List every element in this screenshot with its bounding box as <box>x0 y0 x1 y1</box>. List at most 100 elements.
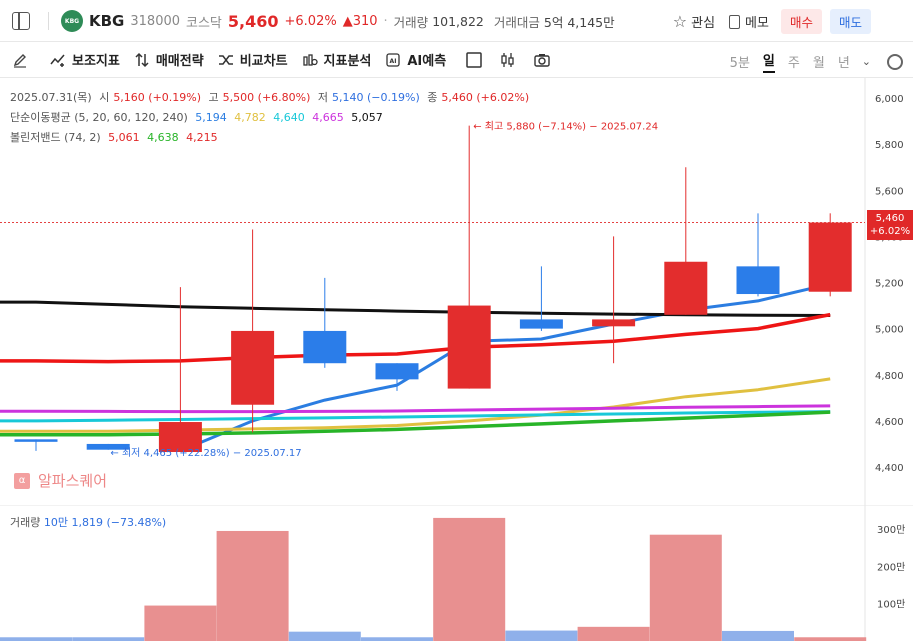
ai-chip-icon: AI <box>385 52 401 68</box>
candle-body <box>736 266 780 295</box>
memo-label: 메모 <box>745 16 769 31</box>
chevron-down-icon[interactable]: ⌄ <box>862 55 871 68</box>
candle-body <box>808 222 852 292</box>
candle-body <box>447 305 491 389</box>
gear-icon[interactable] <box>887 53 903 70</box>
ohlc-info: 2025.07.31(목) 시 5,160 (+0.19%) 고 5,500 (+6… <box>10 89 533 105</box>
period-year[interactable]: 년 <box>838 52 850 71</box>
stock-name: KBG <box>89 12 125 30</box>
low-annotation: ← 최저 4,465 (+22.28%) − 2025.07.17 <box>110 447 301 459</box>
ma-label: 단순이동평균 (5, 20, 60, 120, 240) <box>10 111 188 124</box>
candle-body <box>519 319 563 329</box>
stock-code: 318000 <box>130 13 181 29</box>
change-percent: +6.02% <box>284 13 337 29</box>
price-tick-label: 5,200 <box>875 279 904 290</box>
stock-summary: KBG KBG 318000 코스닥 5,460 +6.02% ▲310 · 거… <box>12 10 625 32</box>
volume-value: 101,822 <box>432 13 484 29</box>
volume-bar <box>288 631 361 641</box>
amount-value: 5억 4,145만 <box>543 14 615 30</box>
ma120-value: 4,665 <box>312 111 344 124</box>
low-value: 5,140 (−0.19%) <box>332 91 420 104</box>
period-month[interactable]: 월 <box>813 52 825 71</box>
open-label: 시 <box>99 91 110 104</box>
analysis-label: 지표분석 <box>323 54 372 69</box>
price-tag-pct: +6.02% <box>869 226 911 237</box>
high-label: 고 <box>208 91 219 104</box>
price-tick-label: 4,400 <box>875 463 904 474</box>
ai-predict-button[interactable]: AI AI예측 <box>385 50 446 69</box>
strategy-icon <box>134 52 150 68</box>
bb-info: 볼린저밴드 (74, 2) 5,061 4,638 4,215 <box>10 129 222 145</box>
stock-header: KBG KBG 318000 코스닥 5,460 +6.02% ▲310 · 거… <box>0 0 913 42</box>
volume-info: 거래량 10만 1,819 (−73.48%) <box>10 514 166 530</box>
candle-body <box>14 439 58 442</box>
period-selector: 5분 일 주 월 년 ⌄ <box>717 50 903 73</box>
sell-button[interactable]: 매도 <box>829 9 871 34</box>
watch-button[interactable]: ☆ 관심 <box>673 12 715 31</box>
close-value: 5,460 (+6.02%) <box>441 91 530 104</box>
candle-body <box>231 330 275 405</box>
price-tick-label: 5,000 <box>875 325 904 336</box>
pencil-icon[interactable] <box>12 52 28 68</box>
buy-button[interactable]: 매수 <box>780 9 822 34</box>
analysis-button[interactable]: 지표분석 <box>302 50 372 69</box>
high-annotation: ← 최고 5,880 (−7.14%) − 2025.07.24 <box>473 121 658 133</box>
header-actions: ☆ 관심 메모 매수 매도 <box>659 9 871 34</box>
change-amount: ▲310 <box>342 13 378 29</box>
period-week[interactable]: 주 <box>788 52 800 71</box>
candle-body <box>664 261 708 315</box>
volume-info-value: 10만 1,819 (−73.48%) <box>43 516 167 529</box>
high-value: 5,500 (+6.80%) <box>222 91 311 104</box>
watermark: α 알파스퀘어 <box>14 470 107 491</box>
volume-info-label: 거래량 <box>10 516 41 529</box>
ma5-value: 5,194 <box>195 111 227 124</box>
watermark-logo-icon: α <box>14 472 30 489</box>
amount-label: 거래대금 <box>493 14 540 30</box>
ma20-value: 4,782 <box>234 111 266 124</box>
candle-body <box>592 319 636 327</box>
bb-label: 볼린저밴드 (74, 2) <box>10 131 101 144</box>
volume-bar <box>577 626 650 641</box>
ma240-value: 5,057 <box>351 111 383 124</box>
volume-bar <box>72 637 145 641</box>
current-price: 5,460 <box>227 11 279 31</box>
volume-tick-label: 200만 <box>877 561 905 573</box>
candle-body <box>375 363 419 380</box>
divider <box>48 12 49 30</box>
period-day[interactable]: 일 <box>762 50 775 73</box>
current-price-tag: 5,460 +6.02% <box>867 210 913 240</box>
price-tick-label: 5,800 <box>875 140 904 151</box>
candlestick-icon[interactable] <box>500 52 516 68</box>
price-tick-label: 6,000 <box>875 94 904 105</box>
line-ma20 <box>0 377 831 433</box>
watch-label: 관심 <box>691 16 716 31</box>
ma-info: 단순이동평균 (5, 20, 60, 120, 240) 5,194 4,782… <box>10 109 387 125</box>
indicator-label: 보조지표 <box>72 54 120 69</box>
strategy-button[interactable]: 매매전략 <box>134 50 204 69</box>
market-name: 코스닥 <box>186 15 222 31</box>
period-5min[interactable]: 5분 <box>730 52 750 71</box>
bb-mid-value: 4,638 <box>147 131 179 144</box>
star-icon: ☆ <box>672 12 688 31</box>
bb-upper-value: 5,061 <box>108 131 140 144</box>
memo-icon <box>729 14 741 29</box>
volume-bar <box>216 530 289 641</box>
memo-button[interactable]: 메모 <box>729 12 769 31</box>
strategy-label: 매매전략 <box>155 54 204 69</box>
price-tick-label: 4,800 <box>875 371 904 382</box>
camera-icon[interactable] <box>534 52 550 68</box>
low-label: 저 <box>317 91 329 104</box>
svg-text:AI: AI <box>390 58 397 65</box>
watermark-text: 알파스퀘어 <box>38 472 108 490</box>
sidebar-toggle-icon[interactable] <box>12 12 30 30</box>
compare-button[interactable]: 비교차트 <box>218 50 288 69</box>
separator-dot: · <box>383 13 388 29</box>
indicator-button[interactable]: 보조지표 <box>50 50 120 69</box>
candle-body <box>303 330 347 364</box>
price-tag-value: 5,460 <box>875 213 905 224</box>
volume-label: 거래량 <box>393 14 429 30</box>
open-value: 5,160 (+0.19%) <box>113 91 202 104</box>
indicator-icon <box>50 52 66 68</box>
square-icon[interactable] <box>466 51 482 68</box>
shuffle-icon <box>218 52 234 68</box>
